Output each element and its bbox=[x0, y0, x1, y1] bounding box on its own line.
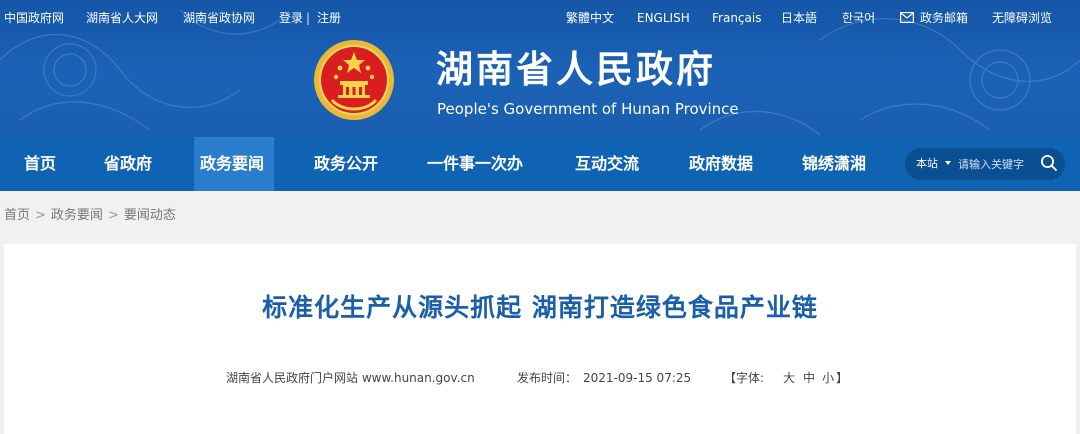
article-title: 标准化生产从源头抓起 湖南打造绿色食品产业链 bbox=[262, 293, 818, 322]
lang-english[interactable]: ENGLISH bbox=[637, 11, 690, 25]
lang-french[interactable]: Français bbox=[712, 11, 761, 25]
top-bar: 中国政府网 湖南省人大网 湖南省政协网 登录 | 注册 繁體中文 ENGLISH… bbox=[0, 0, 1080, 34]
font-size-close: 】 bbox=[836, 371, 849, 385]
lang-japanese[interactable]: 日本語 bbox=[781, 11, 817, 25]
search-icon[interactable] bbox=[1040, 154, 1058, 172]
nav-one-stop-service[interactable]: 一件事一次办 bbox=[427, 137, 523, 191]
font-size-small-button[interactable]: 小 bbox=[822, 371, 834, 385]
article-source: 湖南省人民政府门户网站 www.hunan.gov.cn bbox=[226, 371, 475, 385]
register-link[interactable]: 注册 bbox=[317, 11, 341, 25]
gov-mail-link[interactable]: 政务邮箱 bbox=[920, 11, 968, 25]
breadcrumb-separator: > bbox=[107, 208, 119, 223]
nav-government-data[interactable]: 政府数据 bbox=[689, 137, 753, 191]
nav-scenic-hunan[interactable]: 锦绣潇湘 bbox=[802, 137, 866, 191]
font-size-medium-button[interactable]: 中 bbox=[803, 371, 815, 385]
lang-traditional-chinese[interactable]: 繁體中文 bbox=[566, 11, 614, 25]
nav-home[interactable]: 首页 bbox=[24, 137, 56, 191]
publish-time: 2021-09-15 07:25 bbox=[583, 371, 692, 385]
publish-time-label: 发布时间： bbox=[517, 371, 578, 385]
lang-korean[interactable]: 한국어 bbox=[842, 11, 875, 25]
search-scope-select[interactable]: 本站 bbox=[916, 157, 938, 170]
nav-interaction[interactable]: 互动交流 bbox=[575, 137, 639, 191]
font-size-open: 【字体: bbox=[724, 371, 765, 385]
link-gov-cn[interactable]: 中国政府网 bbox=[4, 11, 64, 25]
link-hunan-cppcc[interactable]: 湖南省政协网 bbox=[183, 11, 255, 25]
accessibility-link[interactable]: 无障碍浏览 bbox=[992, 11, 1052, 25]
link-hunan-npc[interactable]: 湖南省人大网 bbox=[86, 11, 158, 25]
national-emblem-icon bbox=[314, 40, 394, 120]
breadcrumb-home[interactable]: 首页 bbox=[4, 208, 30, 223]
site-subtitle-english: People's Government of Hunan Province bbox=[437, 100, 739, 118]
breadcrumb-government-news[interactable]: 政务要闻 bbox=[51, 208, 103, 223]
login-divider: | bbox=[306, 11, 311, 25]
breadcrumb-separator: > bbox=[35, 208, 46, 223]
nav-provincial-government[interactable]: 省政府 bbox=[104, 137, 152, 191]
mail-icon bbox=[900, 12, 914, 23]
nav-government-news[interactable]: 政务要闻 bbox=[200, 137, 264, 191]
search-input[interactable] bbox=[958, 157, 1038, 171]
article-panel bbox=[4, 244, 1076, 434]
nav-government-affairs[interactable]: 政务公开 bbox=[314, 137, 378, 191]
breadcrumb-news-updates[interactable]: 要闻动态 bbox=[124, 208, 176, 223]
breadcrumb: 首页 > 政务要闻 > 要闻动态 bbox=[4, 208, 176, 224]
login-link[interactable]: 登录 bbox=[279, 11, 303, 25]
font-size-large-button[interactable]: 大 bbox=[783, 371, 795, 385]
chevron-down-icon bbox=[945, 161, 951, 165]
site-title: 湖南省人民政府 bbox=[436, 48, 716, 91]
